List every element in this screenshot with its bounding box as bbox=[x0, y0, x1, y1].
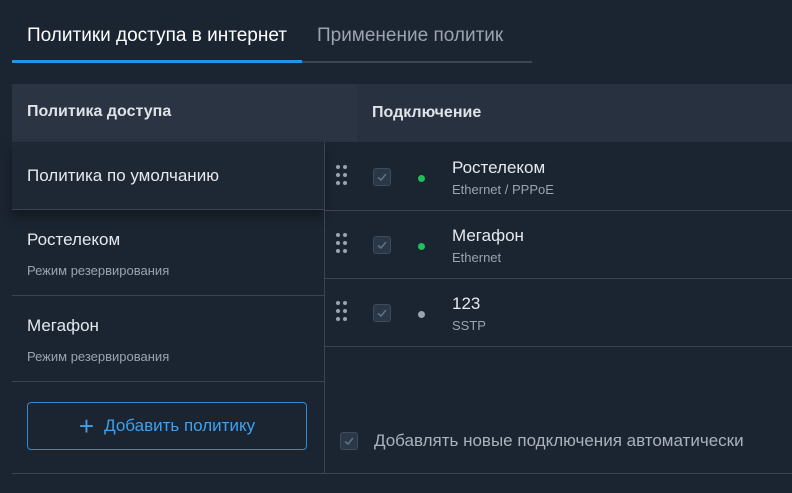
policy-column-header-label: Политика доступа bbox=[27, 103, 172, 120]
connection-row: Ростелеком Ethernet / PPPoE bbox=[325, 143, 792, 211]
connection-type: Ethernet / PPPoE bbox=[452, 182, 554, 197]
auto-add-row: Добавлять новые подключения автоматическ… bbox=[340, 430, 744, 452]
status-dot-online bbox=[418, 243, 425, 250]
auto-add-label: Добавлять новые подключения автоматическ… bbox=[374, 431, 744, 450]
connection-checkbox[interactable] bbox=[373, 304, 391, 322]
connection-type: SSTP bbox=[452, 318, 486, 333]
policy-item-megafon[interactable]: Мегафон Режим резервирования bbox=[12, 296, 324, 382]
policy-item-rostelecom[interactable]: Ростелеком Режим резервирования bbox=[12, 210, 324, 296]
connection-type: Ethernet bbox=[452, 250, 502, 265]
connection-row: 123 SSTP bbox=[325, 279, 792, 347]
policy-item-default[interactable]: Политика по умолчанию bbox=[12, 142, 324, 210]
connection-name: Ростелеком bbox=[452, 158, 546, 177]
checkmark-icon bbox=[377, 173, 387, 182]
policy-name: Мегафон bbox=[27, 316, 99, 335]
auto-add-checkbox[interactable] bbox=[340, 432, 358, 450]
checkmark-icon bbox=[344, 437, 354, 446]
drag-handle-icon[interactable] bbox=[336, 233, 348, 255]
status-dot-offline bbox=[418, 311, 425, 318]
policy-list: Политика по умолчанию Ростелеком Режим р… bbox=[12, 142, 324, 473]
checkmark-icon bbox=[377, 309, 387, 318]
connection-checkbox[interactable] bbox=[373, 236, 391, 254]
tab-bar: Политики доступа в интернет Применение п… bbox=[12, 0, 532, 63]
add-policy-button[interactable]: + Добавить политику bbox=[27, 402, 307, 450]
policy-mode: Режим резервирования bbox=[27, 349, 170, 364]
connection-checkbox[interactable] bbox=[373, 168, 391, 186]
connection-column-header: Подключение bbox=[372, 104, 482, 121]
policy-name: Политика по умолчанию bbox=[27, 166, 219, 185]
checkmark-icon bbox=[377, 241, 387, 250]
drag-handle-icon[interactable] bbox=[336, 165, 348, 187]
connection-name: 123 bbox=[452, 294, 481, 313]
policy-name: Ростелеком bbox=[27, 230, 121, 249]
plus-icon: + bbox=[78, 411, 95, 441]
policy-mode: Режим резервирования bbox=[27, 263, 170, 278]
status-dot-online bbox=[418, 175, 425, 182]
connection-row: Мегафон Ethernet bbox=[325, 211, 792, 279]
tab-policy-application[interactable]: Применение политик bbox=[301, 0, 532, 63]
add-policy-label: Добавить политику bbox=[104, 416, 256, 435]
bottom-divider bbox=[12, 473, 792, 474]
policy-header-bg: Политика доступа bbox=[12, 84, 357, 142]
connection-name: Мегафон bbox=[452, 226, 524, 245]
drag-handle-icon[interactable] bbox=[336, 301, 348, 323]
tab-internet-access-policies[interactable]: Политики доступа в интернет bbox=[12, 0, 302, 63]
